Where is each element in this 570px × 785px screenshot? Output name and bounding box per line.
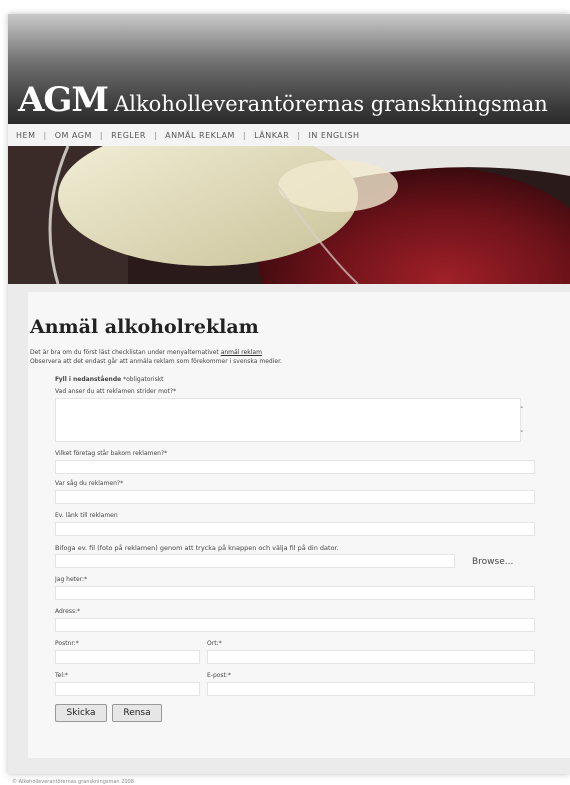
scroll-up-icon[interactable]: ˄ bbox=[520, 406, 524, 414]
ad-link-field[interactable] bbox=[55, 522, 535, 536]
logo-abbreviation: AGM bbox=[18, 80, 109, 120]
label-postal-code: Postnr:* bbox=[55, 640, 79, 647]
required-note-bold: Fyll i nedanstående bbox=[55, 376, 122, 383]
nav-item-om-agm[interactable]: OM AGM bbox=[47, 131, 100, 140]
submit-button[interactable]: Skicka bbox=[55, 704, 107, 722]
city-field[interactable] bbox=[207, 650, 535, 664]
footer-copyright: © Alkoholleverantörernas granskningsman … bbox=[12, 779, 134, 785]
nav-item-hem[interactable]: HEM bbox=[8, 131, 43, 140]
label-name: Jag heter:* bbox=[55, 576, 88, 583]
site-header: AGM Alkoholleverantörernas granskningsman bbox=[8, 14, 570, 124]
nav-item-lankar[interactable]: LÄNKAR bbox=[246, 131, 297, 140]
label-city: Ort:* bbox=[207, 640, 222, 647]
browse-button[interactable]: Browse... bbox=[472, 557, 513, 567]
where-seen-field[interactable] bbox=[55, 490, 535, 504]
required-note: Fyll i nedanstående *obligatoriskt bbox=[55, 376, 164, 383]
nav-item-regler[interactable]: REGLER bbox=[103, 131, 154, 140]
reset-button[interactable]: Rensa bbox=[112, 704, 162, 722]
address-field[interactable] bbox=[55, 618, 535, 632]
nav-item-in-english[interactable]: IN ENGLISH bbox=[301, 131, 368, 140]
main-nav: HEM | OM AGM | REGLER | ANMÄL REKLAM | L… bbox=[8, 124, 570, 146]
file-path-field[interactable] bbox=[55, 554, 455, 568]
logo-full-name: Alkoholleverantörernas granskningsman bbox=[114, 92, 548, 116]
phone-field[interactable] bbox=[55, 682, 200, 696]
label-phone: Tel:* bbox=[55, 672, 69, 679]
company-field[interactable] bbox=[55, 460, 535, 474]
page-title: Anmäl alkoholreklam bbox=[30, 316, 259, 338]
label-violation: Vad anser du att reklamen strider mot?* bbox=[55, 388, 177, 395]
intro-line2: Observera att det endast går att anmäla … bbox=[30, 358, 282, 365]
violation-textarea[interactable] bbox=[55, 398, 521, 442]
required-note-rest: *obligatoriskt bbox=[123, 376, 164, 383]
wine-glass-banner bbox=[8, 146, 570, 284]
wine-glass-image bbox=[8, 146, 570, 284]
label-email: E-post:* bbox=[207, 672, 231, 679]
label-ad-link: Ev. länk till reklamen bbox=[55, 512, 118, 519]
label-file-attach: Bifoga ev. fil (foto på reklamen) genom … bbox=[55, 544, 339, 552]
checklist-link[interactable]: anmäl reklam bbox=[221, 349, 262, 356]
nav-item-anmal-reklam[interactable]: ANMÄL REKLAM bbox=[157, 131, 243, 140]
label-company: Vilket företag står bakom reklamen?* bbox=[55, 450, 168, 457]
intro-text: Det är bra om du först läst checklistan … bbox=[30, 348, 282, 366]
intro-line1: Det är bra om du först läst checklistan … bbox=[30, 349, 219, 356]
postal-code-field[interactable] bbox=[55, 650, 200, 664]
scroll-down-icon[interactable]: ˅ bbox=[520, 430, 524, 438]
email-field[interactable] bbox=[207, 682, 535, 696]
name-field[interactable] bbox=[55, 586, 535, 600]
label-address: Adress:* bbox=[55, 608, 81, 615]
label-where-seen: Var såg du reklamen?* bbox=[55, 480, 124, 487]
site-logo[interactable]: AGM Alkoholleverantörernas granskningsman bbox=[18, 80, 548, 120]
